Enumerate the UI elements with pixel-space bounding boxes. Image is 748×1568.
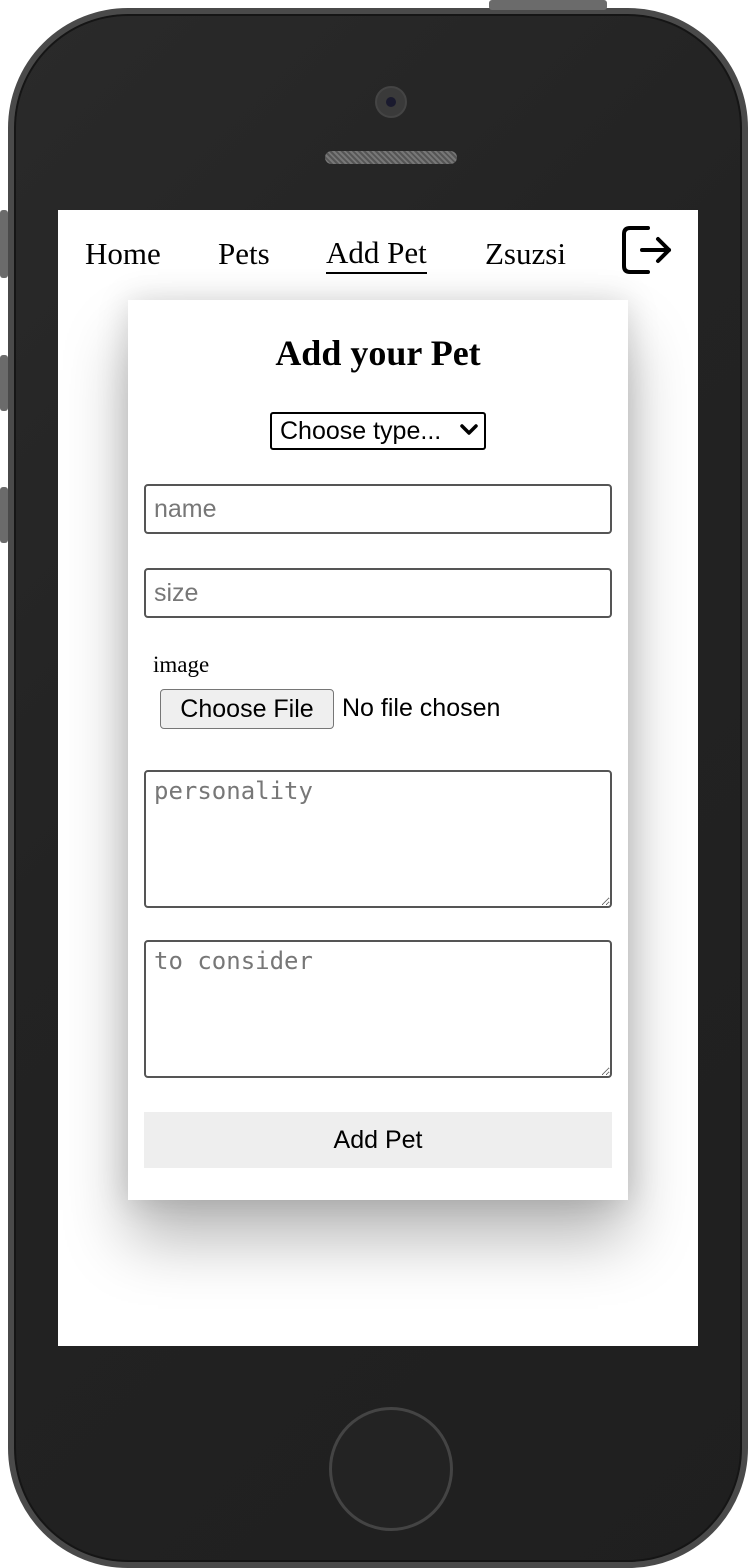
power-button <box>489 0 607 10</box>
file-status-text: No file chosen <box>342 694 501 722</box>
name-input[interactable] <box>144 484 612 534</box>
nav-pets[interactable]: Pets <box>218 234 270 274</box>
nav-add-pet[interactable]: Add Pet <box>326 234 427 274</box>
image-label: image <box>153 652 210 677</box>
add-pet-form: Add your Pet Choose type... image Choose… <box>128 300 628 1200</box>
nav-user-zsuzsi[interactable]: Zsuzsi <box>485 234 566 274</box>
earpiece-speaker <box>325 151 457 164</box>
size-input[interactable] <box>144 568 612 618</box>
logout-icon[interactable] <box>620 224 674 276</box>
app-screen: Home Pets Add Pet Zsuzsi Add your Pet Ch… <box>58 210 698 1346</box>
volume-down-button <box>0 487 8 543</box>
home-button[interactable] <box>329 1407 453 1531</box>
form-title: Add your Pet <box>275 333 481 373</box>
add-pet-button[interactable]: Add Pet <box>144 1112 612 1168</box>
to-consider-textarea[interactable] <box>144 940 612 1078</box>
nav-home[interactable]: Home <box>85 234 161 274</box>
mute-switch <box>0 210 8 278</box>
pet-type-selected-value: Choose type... <box>280 417 442 445</box>
volume-up-button <box>0 355 8 411</box>
chevron-down-icon <box>460 415 478 455</box>
choose-file-button[interactable]: Choose File <box>160 689 334 729</box>
top-nav: Home Pets Add Pet Zsuzsi <box>58 210 698 300</box>
pet-type-select[interactable]: Choose type... <box>270 412 486 450</box>
personality-textarea[interactable] <box>144 770 612 908</box>
front-camera <box>375 86 407 118</box>
